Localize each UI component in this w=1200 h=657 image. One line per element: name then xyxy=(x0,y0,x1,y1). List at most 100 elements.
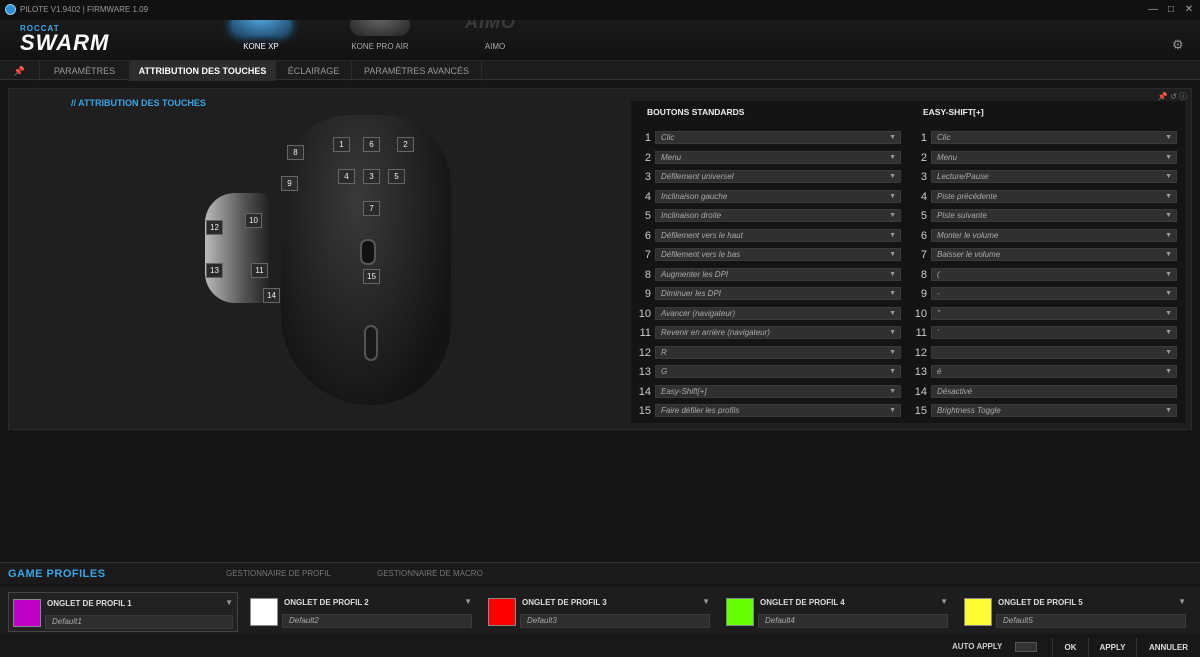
standard-dropdown[interactable]: Revenir en arrière (navigateur) ▼ xyxy=(655,326,901,339)
mouse-button-13[interactable]: 13 xyxy=(206,263,223,278)
chevron-down-icon: ▼ xyxy=(889,329,896,336)
chevron-down-icon[interactable]: ▼ xyxy=(225,598,233,607)
easyshift-dropdown[interactable]: Piste suivante ▼ xyxy=(931,209,1177,222)
easyshift-dropdown[interactable]: Désactivé xyxy=(931,384,1177,398)
profile-name: ONGLET DE PROFIL 2 xyxy=(284,598,369,607)
row-number: 6 xyxy=(644,229,651,242)
standard-dropdown[interactable]: Clic ▼ xyxy=(655,131,901,144)
profile-name: ONGLET DE PROFIL 1 xyxy=(47,599,132,608)
apply-button[interactable]: APPLY xyxy=(1088,638,1136,657)
easyshift-dropdown[interactable]: Baisser le volume ▼ xyxy=(931,248,1177,261)
row-number: 14 xyxy=(638,385,651,398)
mouse-button-1[interactable]: 1 xyxy=(333,137,350,152)
easyshift-dropdown[interactable]: - ▼ xyxy=(931,287,1177,300)
assignment-row: 2 Menu ▼ 2 Menu ▼ xyxy=(631,150,1185,165)
dropdown-value: G xyxy=(661,367,668,376)
mouse-button-15[interactable]: 15 xyxy=(363,269,380,284)
standard-dropdown[interactable]: Diminuer les DPI ▼ xyxy=(655,287,901,300)
profile-slot-1[interactable]: ONGLET DE PROFIL 1 ▼ Default1 xyxy=(8,592,238,632)
profile-color-swatch[interactable] xyxy=(726,598,754,626)
easyshift-dropdown[interactable]: ' ▼ xyxy=(931,326,1177,339)
cancel-button[interactable]: ANNULER xyxy=(1136,638,1200,657)
mouse-button-6[interactable]: 6 xyxy=(363,137,380,152)
assignment-row: 6 Défilement vers le haut ▼ 6 Monter le volu… xyxy=(631,228,1185,243)
tab-profile-manager[interactable]: GESTIONNAIRE DE PROFIL xyxy=(226,569,331,578)
profile-default-field[interactable]: Default5 xyxy=(996,614,1186,628)
standard-dropdown[interactable]: R ▼ xyxy=(655,345,901,359)
row-number: 3 xyxy=(644,171,651,183)
mouse-button-9[interactable]: 9 xyxy=(281,176,298,191)
tab-attribution[interactable]: ATTRIBUTION DES TOUCHES xyxy=(130,61,276,81)
close-button[interactable]: ✕ xyxy=(1182,3,1196,16)
mouse-button-14[interactable]: 14 xyxy=(263,288,280,303)
dropdown-value: Avancer (navigateur) xyxy=(661,308,736,318)
profile-color-swatch[interactable] xyxy=(964,598,992,626)
chevron-down-icon[interactable]: ▼ xyxy=(702,597,710,606)
standard-dropdown[interactable]: Défilement vers le bas ▼ xyxy=(655,248,901,261)
pin-icon[interactable]: 📌 xyxy=(0,61,40,81)
easyshift-dropdown[interactable]: (▼ xyxy=(931,267,1177,281)
profile-default-field[interactable]: Default3 xyxy=(520,614,710,628)
mouse-button-4[interactable]: 4 xyxy=(338,169,355,184)
dropdown-value: Menu xyxy=(937,152,958,162)
standard-dropdown[interactable]: Défilement vers le haut ▼ xyxy=(655,228,901,242)
easyshift-dropdown[interactable]: " ▼ xyxy=(931,306,1177,320)
tab-parametres[interactable]: PARAMÈTRES xyxy=(40,61,130,81)
profile-color-swatch[interactable] xyxy=(488,598,516,626)
profile-default-field[interactable]: Default4 xyxy=(758,614,948,628)
ok-button[interactable]: OK xyxy=(1052,638,1088,657)
easyshift-dropdown[interactable]: é ▼ xyxy=(931,365,1177,378)
standard-dropdown[interactable]: Augmenter les DPI ▼ xyxy=(655,267,901,281)
mouse-button-12[interactable]: 12 xyxy=(206,220,223,235)
profile-default-field[interactable]: Default2 xyxy=(282,614,472,628)
mouse-button-5[interactable]: 5 xyxy=(388,169,405,184)
easyshift-dropdown[interactable]: Brightness Toggle ▼ xyxy=(931,404,1177,417)
row-number: 10 xyxy=(914,307,927,320)
minimize-button[interactable]: — xyxy=(1146,3,1160,16)
mouse-button-11[interactable]: 11 xyxy=(251,263,268,278)
profile-slot-3[interactable]: ONGLET DE PROFIL 3 ▼ Default3 xyxy=(484,592,714,632)
mouse-button-7[interactable]: 7 xyxy=(363,201,380,216)
chevron-down-icon[interactable]: ▼ xyxy=(940,597,948,606)
standard-dropdown[interactable]: Défilement universel ▼ xyxy=(655,170,901,183)
maximize-button[interactable]: □ xyxy=(1164,3,1178,16)
standard-dropdown[interactable]: Menu ▼ xyxy=(655,150,901,164)
dropdown-value: Piste précédente xyxy=(937,191,998,201)
row-number: 5 xyxy=(920,210,927,222)
mouse-button-2[interactable]: 2 xyxy=(397,137,414,152)
easyshift-header: EASY-SHIFT[+] xyxy=(923,107,984,117)
mouse-button-3[interactable]: 3 xyxy=(363,169,380,184)
tab-eclairage[interactable]: ÉCLAIRAGE xyxy=(276,61,352,81)
row-number: 12 xyxy=(914,346,927,359)
mouse-button-8[interactable]: 8 xyxy=(287,145,304,160)
assignment-row: 12 R ▼ 12 ▼ xyxy=(631,345,1185,360)
profile-slot-2[interactable]: ONGLET DE PROFIL 2 ▼ Default2 xyxy=(246,592,476,632)
profile-color-swatch[interactable] xyxy=(13,599,41,627)
profile-color-swatch[interactable] xyxy=(250,598,278,626)
auto-apply-toggle[interactable] xyxy=(1015,642,1037,652)
easyshift-dropdown[interactable]: Lecture/Pause ▼ xyxy=(931,170,1177,183)
tab-parametres-avances[interactable]: PARAMÈTRES AVANCÉS xyxy=(352,61,482,81)
easyshift-dropdown[interactable]: Monter le volume ▼ xyxy=(931,228,1177,242)
profile-slot-4[interactable]: ONGLET DE PROFIL 4 ▼ Default4 xyxy=(722,592,952,632)
row-number: 11 xyxy=(639,327,651,339)
standard-dropdown[interactable]: Easy-Shift[+] ▼ xyxy=(655,384,901,398)
row-number: 2 xyxy=(644,151,651,164)
easyshift-dropdown[interactable]: ▼ xyxy=(931,345,1177,359)
chevron-down-icon[interactable]: ▼ xyxy=(464,597,472,606)
standard-dropdown[interactable]: Avancer (navigateur) ▼ xyxy=(655,306,901,320)
tab-macro-manager[interactable]: GESTIONNAIRE DE MACRO xyxy=(377,569,483,578)
chevron-down-icon[interactable]: ▼ xyxy=(1178,597,1186,606)
profile-default-field[interactable]: Default1 xyxy=(45,615,233,629)
gear-icon[interactable]: ⚙ xyxy=(1172,37,1184,53)
easyshift-dropdown[interactable]: Clic ▼ xyxy=(931,131,1177,144)
easyshift-dropdown[interactable]: Piste précédente ▼ xyxy=(931,189,1177,203)
standard-dropdown[interactable]: G ▼ xyxy=(655,365,901,378)
profile-slot-5[interactable]: ONGLET DE PROFIL 5 ▼ Default5 xyxy=(960,592,1190,632)
easyshift-dropdown[interactable]: Menu ▼ xyxy=(931,150,1177,164)
mouse-button-10[interactable]: 10 xyxy=(245,213,262,228)
standard-dropdown[interactable]: Inclinaison droite ▼ xyxy=(655,209,901,222)
standard-dropdown[interactable]: Faire défiler les profils ▼ xyxy=(655,404,901,417)
standard-dropdown[interactable]: Inclinaison gauche ▼ xyxy=(655,189,901,203)
assignment-row: 7 Défilement vers le bas ▼ 7 Baisser le volu… xyxy=(631,248,1185,262)
